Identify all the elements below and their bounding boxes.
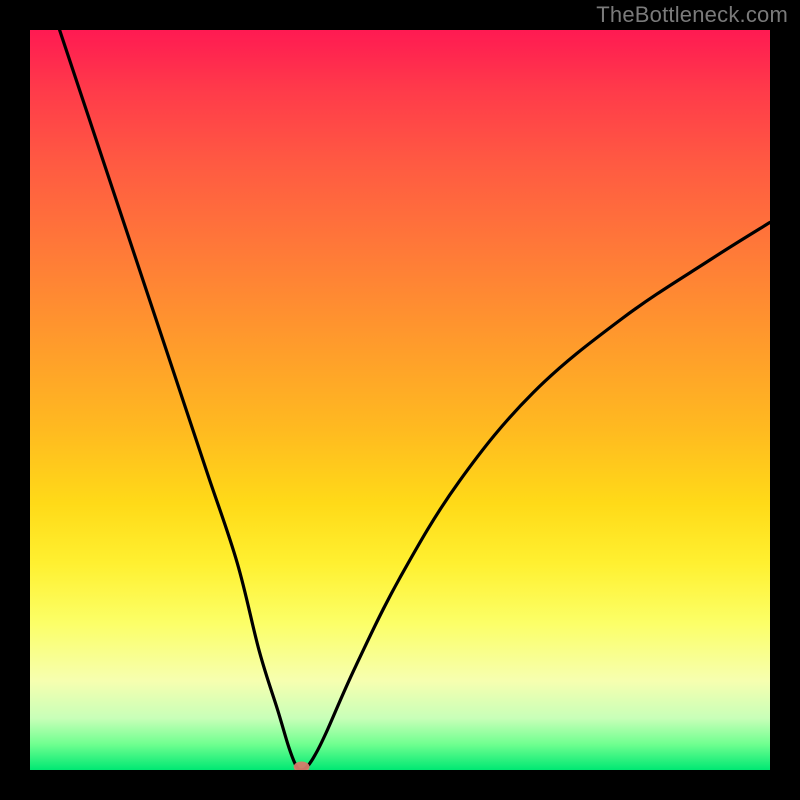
chart-frame: TheBottleneck.com: [0, 0, 800, 800]
attribution-text: TheBottleneck.com: [596, 2, 788, 28]
curve-layer: [30, 30, 770, 770]
optimal-point-marker: [294, 762, 310, 771]
plot-area: [30, 30, 770, 770]
bottleneck-curve: [60, 30, 770, 770]
